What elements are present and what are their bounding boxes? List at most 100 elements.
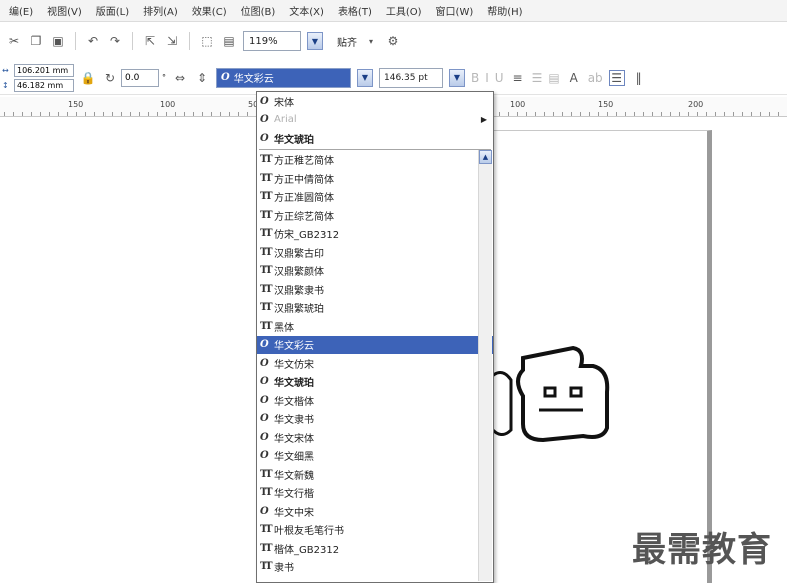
application-launcher-icon[interactable]: ⬚ [199,33,215,49]
ruler-tick [688,112,689,116]
menu-arrange[interactable]: 排列(A) [136,3,185,18]
import-icon[interactable]: ⇱ [142,33,158,49]
redo-icon[interactable]: ↷ [107,33,123,49]
font-list-item[interactable]: TT 汉鼎繁琥珀 [257,299,493,318]
font-list-item[interactable]: TT 方正综艺简体 [257,206,493,225]
toolbar-divider [189,32,190,50]
menu-edit[interactable]: 编(E) [2,3,40,18]
underline-icon[interactable]: U [495,71,504,85]
italic-icon[interactable]: I [485,71,489,85]
font-list-item[interactable]: TT 楷体_GB2312 [257,539,493,558]
ruler-tick [58,112,59,116]
horizontal-text-icon[interactable]: ☰ [608,69,625,86]
font-list-item[interactable]: O 华文宋体 [257,428,493,447]
menu-bitmaps[interactable]: 位图(B) [234,3,283,18]
height-icon: ↕ [2,80,9,90]
paste-icon[interactable]: ▣ [50,33,66,49]
font-list-item[interactable]: TT 方正准圆简体 [257,188,493,207]
font-list-item[interactable]: TT 方正稚艺简体 [257,151,493,170]
font-list-item[interactable]: TT 隶书 [257,558,493,577]
truetype-icon: TT [260,487,273,499]
vertical-text-icon[interactable]: ‖ [631,70,647,86]
undo-icon[interactable]: ↶ [85,33,101,49]
degree-icon: ° [162,73,166,82]
font-list-dropdown[interactable]: O 宋体 O Arial ▶ O 华文琥珀 ▲ TT 方正稚艺简体 TT 方正中倩简体… [256,91,494,583]
ruler-tick [103,112,104,116]
font-list-item[interactable]: TT 华文新魏 [257,465,493,484]
ruler-tick [661,112,662,116]
font-size-dropdown-button[interactable]: ▼ [449,68,465,87]
font-size-field[interactable]: 146.35 pt [379,67,443,88]
ruler-tick [607,112,608,116]
ruler-tick [499,112,500,116]
ruler-tick [643,112,644,116]
font-list-item[interactable]: TT 华文行楷 [257,484,493,503]
font-name-combo[interactable]: O 华文彩云 [216,67,351,88]
artistic-text-object[interactable] [483,340,623,450]
font-list-item[interactable]: TT 汉鼎繁颜体 [257,262,493,281]
menu-effects[interactable]: 效果(C) [185,3,234,18]
zoom-dropdown-button[interactable]: ▼ [307,32,323,50]
font-name-label: 汉鼎繁古印 [274,248,324,260]
scroll-up-icon[interactable]: ▲ [479,150,492,164]
menu-table[interactable]: 表格(T) [331,3,379,18]
font-name-label: 华文仿宋 [274,359,314,371]
width-field[interactable] [14,63,74,77]
font-list-item[interactable]: TT 汉鼎繁隶书 [257,280,493,299]
ruler-tick [157,112,158,116]
font-list-item[interactable]: O 华文楷体 [257,391,493,410]
font-name-label: 楷体_GB2312 [274,544,340,556]
truetype-icon: TT [260,191,273,203]
menu-help[interactable]: 帮助(H) [480,3,529,18]
opentype-icon: O [260,357,269,369]
drop-cap-icon[interactable]: ▤ [548,71,559,85]
font-list-item[interactable]: TT 方正中倩简体 [257,169,493,188]
ruler-tick [634,112,635,116]
export-icon[interactable]: ⇲ [164,33,180,49]
lock-ratio-icon[interactable]: 🔒 [80,70,96,86]
menu-text[interactable]: 文本(X) [282,3,331,18]
ruler-tick [220,112,221,116]
snap-to-label[interactable]: 贴齐 [337,34,357,49]
menu-window[interactable]: 窗口(W) [429,3,481,18]
bullet-list-icon[interactable]: ☰ [532,71,543,85]
menu-tools[interactable]: 工具(O) [379,3,429,18]
truetype-icon: TT [260,468,273,480]
font-list-item[interactable]: O 华文中宋 [257,502,493,521]
bold-icon[interactable]: B [471,71,479,85]
menu-layout[interactable]: 版面(L) [89,3,136,18]
font-list-item[interactable]: O 宋体 [257,92,493,111]
edit-text-icon[interactable]: ab [588,71,603,85]
font-list-item[interactable]: O Arial ▶ [257,111,493,130]
opentype-icon: O [260,114,269,126]
font-list-item[interactable]: TT 汉鼎繁古印 [257,243,493,262]
menu-view[interactable]: 视图(V) [40,3,89,18]
ruler-tick [670,112,671,116]
text-align-icon[interactable]: ≡ [510,70,526,86]
height-field[interactable] [14,78,74,92]
copy-icon[interactable]: ❐ [28,33,44,49]
rotation-field[interactable] [121,68,159,87]
mirror-horizontal-icon[interactable]: ⇔ [172,70,188,86]
cut-icon[interactable]: ✂ [6,33,22,49]
character-format-icon[interactable]: A [566,70,582,86]
zoom-level-input[interactable]: 119% [243,31,301,51]
font-list-item[interactable]: O 华文细黑 [257,447,493,466]
font-list-scrollbar[interactable]: ▲ [478,150,492,581]
font-list-item[interactable]: TT 仿宋_GB2312 [257,225,493,244]
font-list-item-selected[interactable]: O 华文彩云 [257,335,493,354]
width-icon: ↔ [2,65,9,75]
font-list-item[interactable]: O 华文仿宋 [257,354,493,373]
ruler-tick [175,112,176,116]
font-list-item[interactable]: O 华文琥珀 [257,373,493,392]
font-list-item[interactable]: TT 叶根友毛笔行书 [257,521,493,540]
font-list-item[interactable]: O 华文隶书 [257,410,493,429]
ruler-tick [211,112,212,116]
font-name-dropdown-button[interactable]: ▼ [357,68,373,87]
snap-dropdown-icon[interactable]: ▾ [363,33,379,49]
font-list-item[interactable]: TT 黑体 [257,317,493,336]
welcome-screen-icon[interactable]: ▤ [221,33,237,49]
font-list-item[interactable]: O 华文琥珀 [257,129,493,148]
options-icon[interactable]: ⚙ [385,33,401,49]
mirror-vertical-icon[interactable]: ⇕ [194,70,210,86]
